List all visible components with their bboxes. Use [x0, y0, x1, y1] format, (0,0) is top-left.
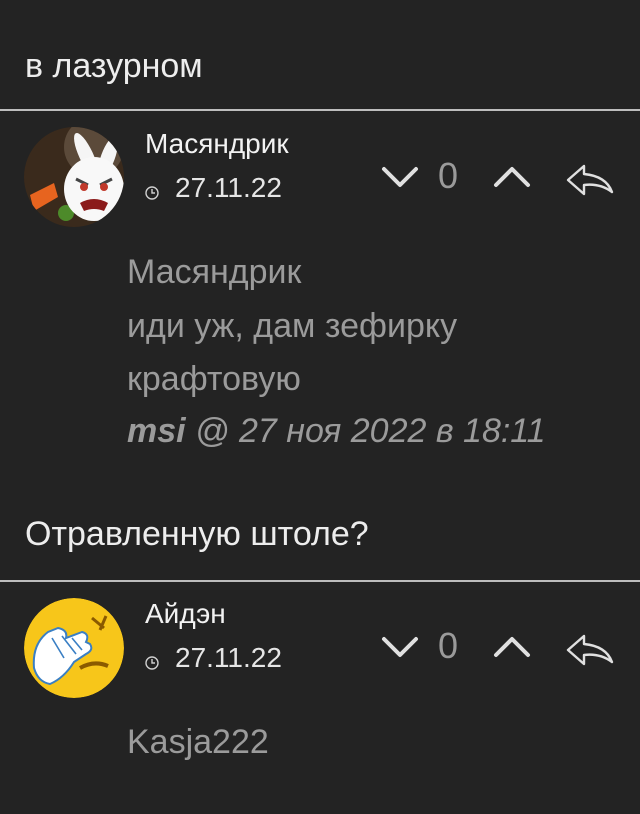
quote-author: Kasja222 [127, 723, 269, 761]
comment-text: Отравленную штоле? [25, 515, 369, 553]
comment-date: 27.11.22 16:12 [145, 172, 315, 204]
date-text: 27.11.22 16:12 [175, 172, 282, 203]
comment-date: 27.11.22 16:12 [145, 642, 315, 674]
vote-count: 0 [438, 155, 459, 196]
quote-author: Масяндрик [127, 253, 302, 291]
clock-icon [145, 186, 159, 200]
previous-comment-text: в лазурном [25, 47, 203, 85]
vote-down-icon[interactable] [380, 157, 420, 197]
username[interactable]: Айдэн [145, 598, 226, 630]
reply-icon[interactable] [564, 630, 616, 670]
reply-icon[interactable] [564, 160, 616, 200]
quote-line: иди уж, дам зефирку [127, 307, 458, 345]
quote-source: msi @ 27 ноя 2022 в 18:11 [127, 404, 546, 458]
comment-divider [0, 109, 640, 111]
quote-source-author[interactable]: msi [127, 412, 186, 450]
username[interactable]: Масяндрик [145, 128, 289, 160]
facepalm-emoji-avatar-icon [24, 598, 124, 698]
date-text: 27.11.22 16:12 [175, 642, 282, 673]
angry-rabbit-avatar-icon [24, 127, 124, 227]
vote-up-icon[interactable] [492, 157, 532, 197]
comment-divider [0, 580, 640, 582]
clock-icon [145, 656, 159, 670]
avatar[interactable] [24, 598, 124, 698]
quote-line: крафтовую [127, 360, 301, 398]
avatar[interactable] [24, 127, 124, 227]
vote-down-icon[interactable] [380, 627, 420, 667]
quote-source-meta: @ 27 ноя 2022 в 18:11 [195, 412, 546, 450]
vote-up-icon[interactable] [492, 627, 532, 667]
vote-count: 0 [438, 625, 459, 666]
